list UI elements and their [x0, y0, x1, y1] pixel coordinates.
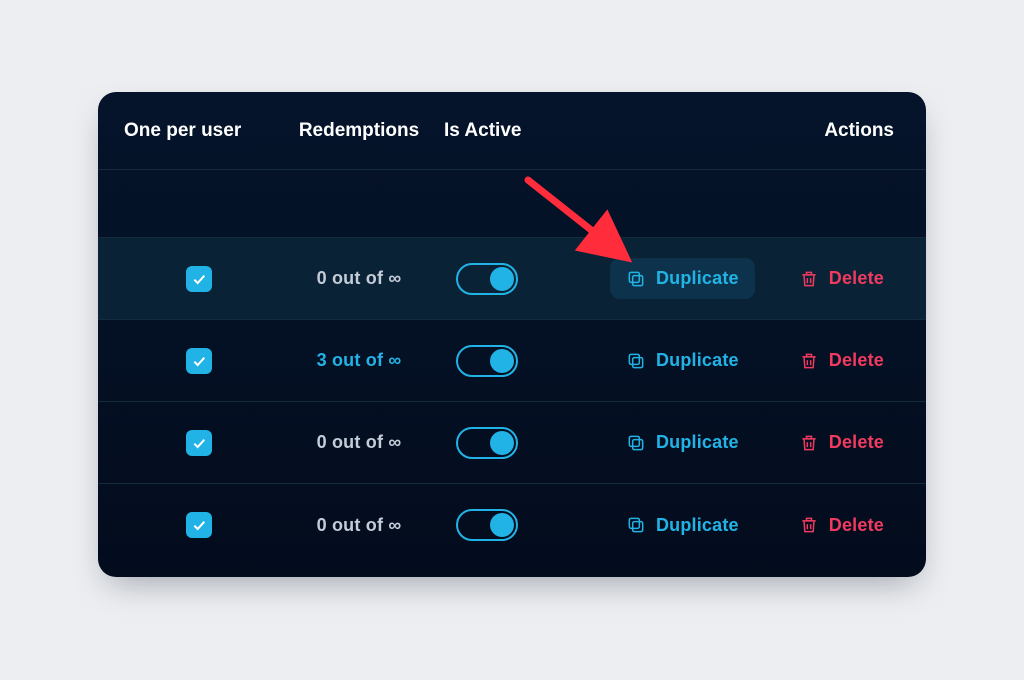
row-actions: Duplicate Delete [610, 258, 900, 299]
redemptions-value: 0 out of ∞ [274, 268, 444, 289]
delete-label: Delete [829, 268, 884, 289]
is-active-toggle[interactable] [456, 345, 518, 377]
delete-button[interactable]: Delete [783, 258, 900, 299]
redemptions-value[interactable]: 3 out of ∞ [274, 350, 444, 371]
one-per-user-checkbox[interactable] [186, 266, 212, 292]
check-icon [191, 353, 207, 369]
table-row: 0 out of ∞ Duplicate Delete [98, 484, 926, 566]
delete-label: Delete [829, 432, 884, 453]
delete-label: Delete [829, 515, 884, 536]
toggle-knob [490, 349, 514, 373]
trash-icon [799, 351, 819, 371]
toggle-knob [490, 267, 514, 291]
table-body: 0 out of ∞ Duplicate Delete 3 out of ∞ Dupli… [98, 238, 926, 566]
header-one-per-user: One per user [124, 120, 274, 142]
check-icon [191, 435, 207, 451]
is-active-toggle[interactable] [456, 427, 518, 459]
duplicate-icon [626, 515, 646, 535]
trash-icon [799, 269, 819, 289]
table-row: 3 out of ∞ Duplicate Delete [98, 320, 926, 402]
toggle-knob [490, 513, 514, 537]
coupons-table-panel: One per user Redemptions Is Active Actio… [98, 92, 926, 577]
header-actions: Actions [790, 120, 900, 142]
one-per-user-checkbox[interactable] [186, 430, 212, 456]
duplicate-button[interactable]: Duplicate [610, 258, 755, 299]
toggle-knob [490, 431, 514, 455]
is-active-toggle[interactable] [456, 509, 518, 541]
one-per-user-checkbox[interactable] [186, 512, 212, 538]
duplicate-label: Duplicate [656, 432, 739, 453]
table-spacer-row [98, 170, 926, 238]
duplicate-label: Duplicate [656, 515, 739, 536]
duplicate-icon [626, 433, 646, 453]
redemptions-value: 0 out of ∞ [274, 432, 444, 453]
header-is-active: Is Active [444, 120, 554, 142]
delete-button[interactable]: Delete [783, 505, 900, 546]
delete-button[interactable]: Delete [783, 422, 900, 463]
delete-button[interactable]: Delete [783, 340, 900, 381]
table-row: 0 out of ∞ Duplicate Delete [98, 238, 926, 320]
duplicate-icon [626, 269, 646, 289]
duplicate-button[interactable]: Duplicate [610, 505, 755, 546]
table-row: 0 out of ∞ Duplicate Delete [98, 402, 926, 484]
one-per-user-checkbox[interactable] [186, 348, 212, 374]
redemptions-value: 0 out of ∞ [274, 515, 444, 536]
trash-icon [799, 433, 819, 453]
duplicate-button[interactable]: Duplicate [610, 422, 755, 463]
table-header-row: One per user Redemptions Is Active Actio… [98, 92, 926, 170]
header-redemptions: Redemptions [274, 120, 444, 142]
duplicate-label: Duplicate [656, 350, 739, 371]
row-actions: Duplicate Delete [610, 340, 900, 381]
trash-icon [799, 515, 819, 535]
delete-label: Delete [829, 350, 884, 371]
row-actions: Duplicate Delete [610, 422, 900, 463]
row-actions: Duplicate Delete [610, 505, 900, 546]
is-active-toggle[interactable] [456, 263, 518, 295]
check-icon [191, 271, 207, 287]
check-icon [191, 517, 207, 533]
duplicate-label: Duplicate [656, 268, 739, 289]
duplicate-button[interactable]: Duplicate [610, 340, 755, 381]
duplicate-icon [626, 351, 646, 371]
